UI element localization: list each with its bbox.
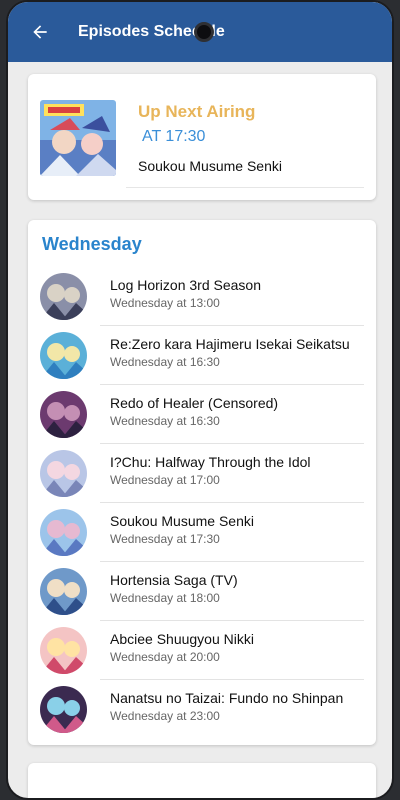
episode-thumbnail <box>40 627 87 674</box>
episode-title: Nanatsu no Taizai: Fundo no Shinpan <box>110 690 344 706</box>
episode-row[interactable]: Soukou Musume Senki Wednesday at 17:30 <box>28 503 376 562</box>
episode-air-time: Wednesday at 16:30 <box>110 414 220 428</box>
episode-air-time: Wednesday at 17:00 <box>110 473 220 487</box>
episode-title: Log Horizon 3rd Season <box>110 277 261 293</box>
up-next-heading: Up Next Airing <box>138 102 256 121</box>
episode-thumbnail <box>40 450 87 497</box>
episode-row[interactable]: I?Chu: Halfway Through the Idol Wednesda… <box>28 444 376 503</box>
up-next-show-title: Soukou Musume Senki <box>138 158 282 174</box>
main-content: Up Next Airing AT 17:30 Soukou Musume Se… <box>8 62 392 798</box>
next-day-card <box>28 763 376 798</box>
day-heading: Wednesday <box>42 234 142 254</box>
episode-title: Abciee Shuugyou Nikki <box>110 631 254 647</box>
episode-list: Log Horizon 3rd Season Wednesday at 13:0… <box>28 267 376 739</box>
episode-row[interactable]: Re:Zero kara Hajimeru Isekai Seikatsu We… <box>28 326 376 385</box>
up-next-poster <box>40 100 116 176</box>
episode-title: Soukou Musume Senki <box>110 513 254 529</box>
episode-thumbnail <box>40 391 87 438</box>
episode-thumbnail <box>40 568 87 615</box>
up-next-time: AT 17:30 <box>142 128 206 145</box>
episode-thumbnail <box>40 686 87 733</box>
episode-air-time: Wednesday at 13:00 <box>110 296 220 310</box>
episode-row[interactable]: Log Horizon 3rd Season Wednesday at 13:0… <box>28 267 376 326</box>
day-schedule-card: Wednesday Log Horizon 3rd Season Wednesd… <box>28 220 376 745</box>
episode-title: Hortensia Saga (TV) <box>110 572 238 588</box>
device-frame: Episodes Schedule Up Next Airing AT 17:3… <box>6 0 394 800</box>
episode-row[interactable]: Redo of Healer (Censored) Wednesday at 1… <box>28 385 376 444</box>
episode-row[interactable]: Abciee Shuugyou Nikki Wednesday at 20:00 <box>28 621 376 680</box>
front-camera <box>194 22 214 42</box>
episode-title: Redo of Healer (Censored) <box>110 395 279 411</box>
back-button[interactable] <box>20 12 60 52</box>
episode-air-time: Wednesday at 17:30 <box>110 532 220 546</box>
episode-thumbnail <box>40 273 87 320</box>
episode-row[interactable]: Nanatsu no Taizai: Fundo no Shinpan Wedn… <box>28 680 376 739</box>
episode-air-time: Wednesday at 23:00 <box>110 709 220 723</box>
episode-thumbnail <box>40 509 87 556</box>
episode-air-time: Wednesday at 20:00 <box>110 650 220 664</box>
episode-title: I?Chu: Halfway Through the Idol <box>110 454 311 470</box>
divider <box>126 187 364 188</box>
episode-air-time: Wednesday at 16:30 <box>110 355 220 369</box>
up-next-card[interactable]: Up Next Airing AT 17:30 Soukou Musume Se… <box>28 74 376 200</box>
episode-air-time: Wednesday at 18:00 <box>110 591 220 605</box>
arrow-left-icon <box>33 25 47 39</box>
episode-title: Re:Zero kara Hajimeru Isekai Seikatsu <box>110 336 350 352</box>
episode-thumbnail <box>40 332 87 379</box>
episode-row[interactable]: Hortensia Saga (TV) Wednesday at 18:00 <box>28 562 376 621</box>
